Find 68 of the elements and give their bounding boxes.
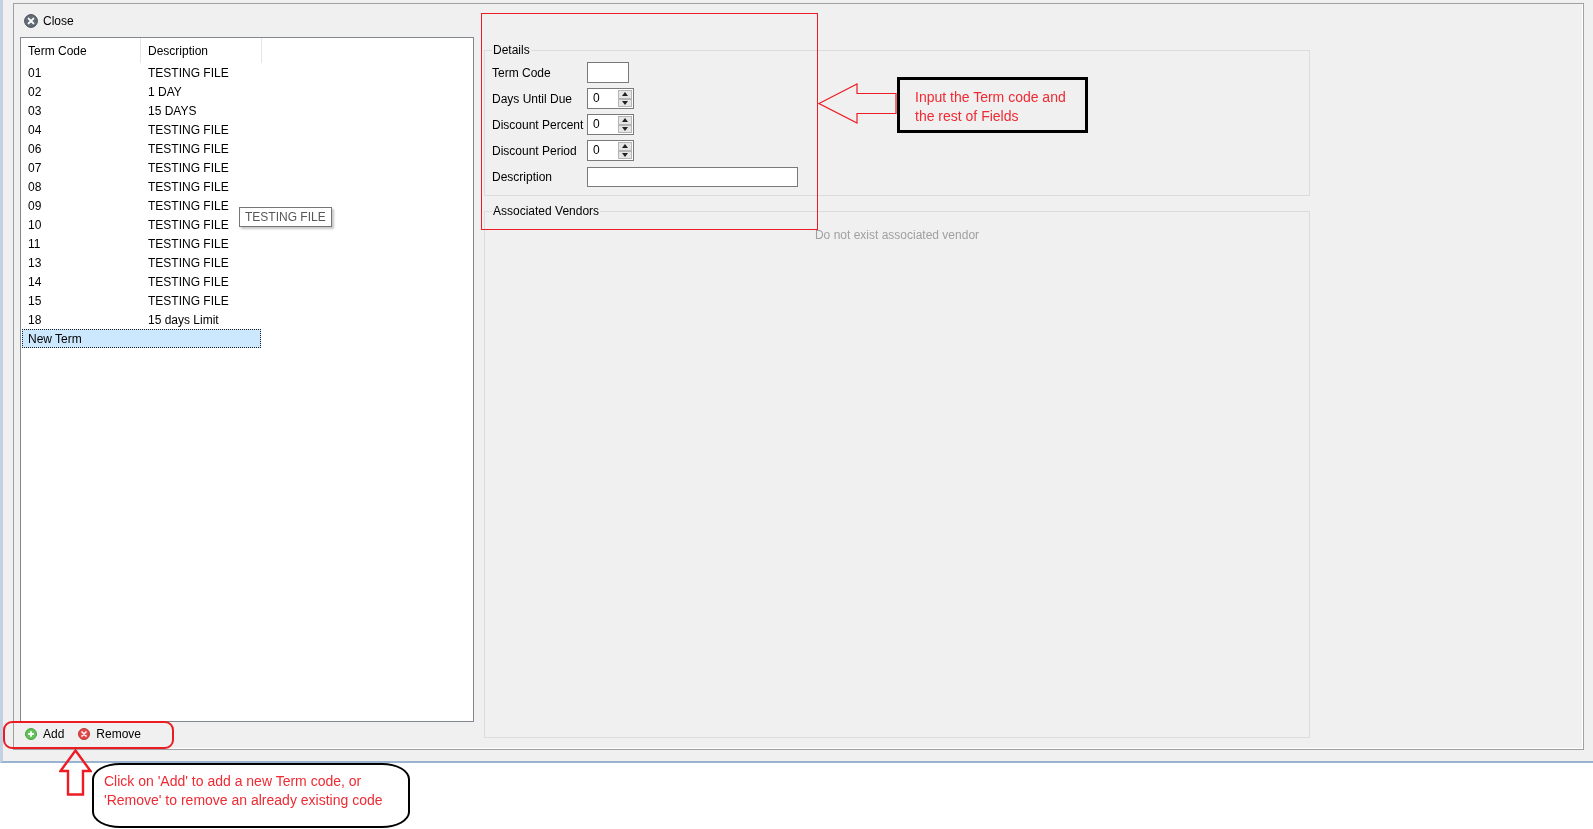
list-row[interactable]: New Term: [22, 329, 261, 348]
field-label: Discount Percent: [492, 117, 584, 132]
left-arrow-icon: [818, 83, 897, 124]
callout-note: Click on 'Add' to add a new Term code, or 'Remove' to remove an already existing code: [92, 763, 410, 828]
up-arrow-icon: [59, 749, 92, 796]
text-field[interactable]: [587, 166, 798, 187]
list-cell-text: 07: [28, 160, 43, 175]
list-row[interactable]: 01 TESTING FILE: [22, 63, 230, 82]
list-cell: TESTING FILE: [148, 274, 229, 289]
list-cell-text: 14: [28, 274, 43, 289]
field-label: Term Code: [492, 65, 551, 80]
list-row[interactable]: 04 TESTING FILE: [22, 120, 230, 139]
list-cell: TESTING FILE: [148, 293, 229, 308]
list-cell-text: 15: [28, 293, 43, 308]
list-cell: TESTING FILE: [148, 217, 229, 232]
list-cell-text: 10: [28, 217, 43, 232]
list-row[interactable]: 02 1 DAY: [22, 82, 183, 101]
list-cell: TESTING FILE: [148, 179, 229, 194]
cross-circle-icon: [78, 728, 91, 740]
list-row[interactable]: 08 TESTING FILE: [22, 177, 230, 196]
list-row[interactable]: 14 TESTING FILE: [22, 272, 230, 291]
field-label: Discount Period: [492, 143, 577, 158]
list-cell: TESTING FILE: [148, 122, 229, 137]
empty-message: Do not exist associated vendor: [813, 228, 981, 242]
tooltip: TESTING FILE: [239, 207, 332, 227]
list-cell-text: 09: [28, 198, 43, 213]
callout-note: Input the Term code and the rest of Fields: [897, 77, 1088, 133]
list-row[interactable]: 09 TESTING FILE: [22, 196, 230, 215]
list-cell-text: 01: [28, 65, 43, 80]
list-cell: 15 days Limit: [148, 312, 219, 327]
list-cell: TESTING FILE: [148, 198, 229, 213]
list-row[interactable]: 11 TESTING FILE: [22, 234, 230, 253]
column-header[interactable]: Description: [141, 38, 262, 63]
list-cell-text: 02: [28, 84, 43, 99]
list-cell-text: 03: [28, 103, 43, 118]
list-cell-text: 06: [28, 141, 43, 156]
list-cell-text: 11: [28, 236, 42, 251]
column-header[interactable]: Term Code: [21, 38, 141, 63]
field-label: Days Until Due: [492, 91, 573, 106]
list-cell-text: 18: [28, 312, 43, 327]
list-cell-text: 13: [28, 255, 43, 270]
close-button[interactable]: Close: [20, 10, 78, 32]
list-row[interactable]: 18 15 days Limit: [22, 310, 220, 329]
list-cell: TESTING FILE: [148, 141, 229, 156]
list-cell-text: 08: [28, 179, 43, 194]
group-title: Associated Vendors: [492, 204, 601, 218]
add-button[interactable]: Add: [20, 725, 70, 743]
list-row[interactable]: 06 TESTING FILE: [22, 139, 230, 158]
list-cell: 1 DAY: [148, 84, 182, 99]
list-row[interactable]: 15 TESTING FILE: [22, 291, 230, 310]
text-field[interactable]: [587, 62, 629, 83]
remove-button[interactable]: Remove: [73, 725, 147, 743]
group-title: Details: [492, 43, 531, 57]
field-label: Description: [492, 169, 553, 184]
list-row[interactable]: 13 TESTING FILE: [22, 253, 230, 272]
list-cell: TESTING FILE: [148, 236, 229, 251]
list-cell-text: 04: [28, 122, 43, 137]
list-cell: TESTING FILE: [148, 160, 229, 175]
list-row[interactable]: 07 TESTING FILE: [22, 158, 230, 177]
list-view[interactable]: [20, 37, 474, 722]
plus-circle-icon: [25, 728, 37, 740]
list-cell: TESTING FILE: [148, 65, 229, 80]
close-icon: [24, 14, 38, 28]
list-cell: 15 DAYS: [148, 103, 197, 118]
list-cell-text: New Term: [28, 331, 83, 346]
list-cell: TESTING FILE: [148, 255, 229, 270]
list-row[interactable]: 03 15 DAYS: [22, 101, 198, 120]
list-row[interactable]: 10 TESTING FILE: [22, 215, 230, 234]
